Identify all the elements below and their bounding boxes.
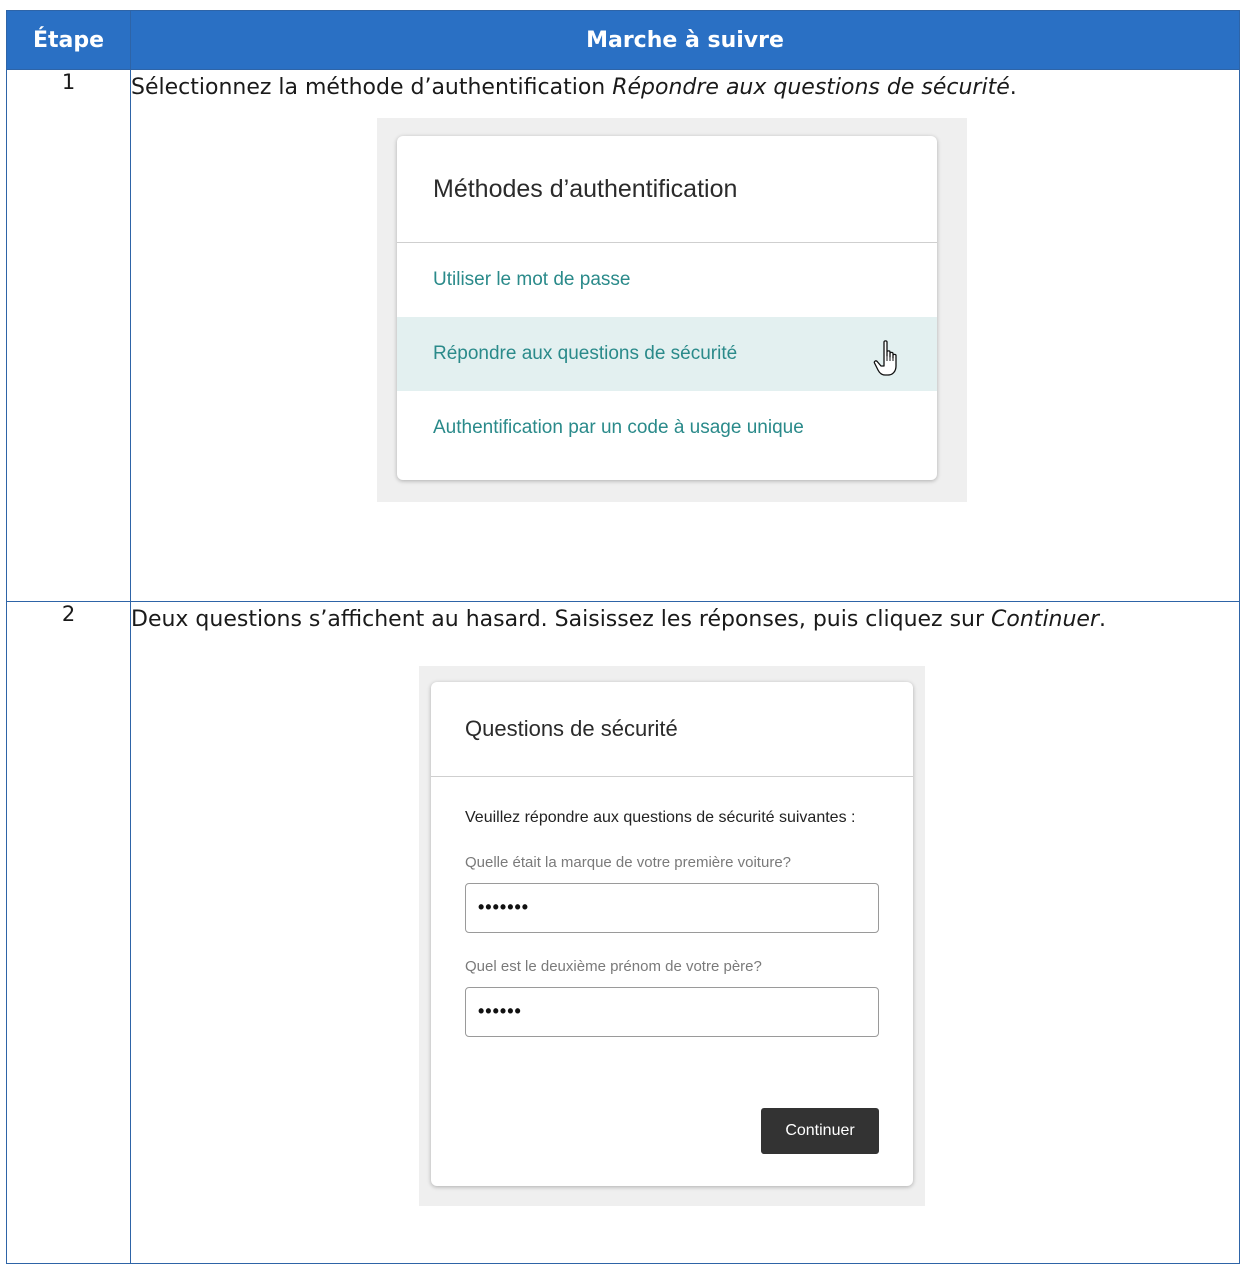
security-questions-title: Questions de sécurité [431, 682, 913, 777]
auth-methods-card: Méthodes d’authentification Utiliser le … [397, 136, 937, 480]
step-text-emphasis: Continuer [991, 607, 1100, 632]
step-number: 1 [6, 69, 131, 602]
question-1-label: Quelle était la marque de votre première… [465, 854, 792, 871]
auth-method-security-questions[interactable]: Répondre aux questions de sécurité [397, 317, 937, 391]
table-row: 2 Deux questions s’affichent au hasard. … [6, 601, 1240, 1264]
security-questions-intro: Veuillez répondre aux questions de sécur… [465, 809, 856, 826]
security-questions-screenshot: Questions de sécurité Veuillez répondre … [419, 666, 925, 1206]
step-text: Deux questions s’affichent au hasard. Sa… [131, 602, 1239, 638]
auth-methods-screenshot: Méthodes d’authentification Utiliser le … [377, 118, 967, 502]
security-questions-card: Questions de sécurité Veuillez répondre … [431, 682, 913, 1186]
header-instructions: Marche à suivre [130, 10, 1240, 70]
question-2-label: Quel est le deuxième prénom de votre pèr… [465, 958, 762, 975]
header-step: Étape [6, 10, 131, 70]
step-number: 2 [6, 601, 131, 1264]
auth-method-password[interactable]: Utiliser le mot de passe [397, 243, 937, 317]
step-text: Sélectionnez la méthode d’authentificati… [131, 70, 1239, 106]
continue-button[interactable]: Continuer [761, 1108, 879, 1154]
answer-1-field[interactable]: ••••••• [465, 883, 879, 933]
answer-2-field[interactable]: •••••• [465, 987, 879, 1037]
step-text-plain: . [1009, 75, 1017, 100]
hand-pointer-icon [873, 340, 897, 376]
step-instructions: Deux questions s’affichent au hasard. Sa… [130, 601, 1240, 1264]
steps-table: Étape Marche à suivre 1 Sélectionnez la … [6, 10, 1240, 1264]
step-text-emphasis: Répondre aux questions de sécurité [612, 75, 1010, 100]
step-text-plain: Sélectionnez la méthode d’authentificati… [131, 75, 613, 100]
step-text-plain: Deux questions s’affichent au hasard. Sa… [131, 607, 992, 632]
step-text-plain: . [1099, 607, 1107, 632]
table-header-row: Étape Marche à suivre [6, 10, 1240, 70]
step-instructions: Sélectionnez la méthode d’authentificati… [130, 69, 1240, 602]
table-row: 1 Sélectionnez la méthode d’authentifica… [6, 69, 1240, 602]
auth-method-label: Répondre aux questions de sécurité [433, 343, 738, 364]
auth-methods-title: Méthodes d’authentification [397, 136, 937, 243]
auth-method-one-time-code[interactable]: Authentification par un code à usage uni… [397, 391, 937, 465]
